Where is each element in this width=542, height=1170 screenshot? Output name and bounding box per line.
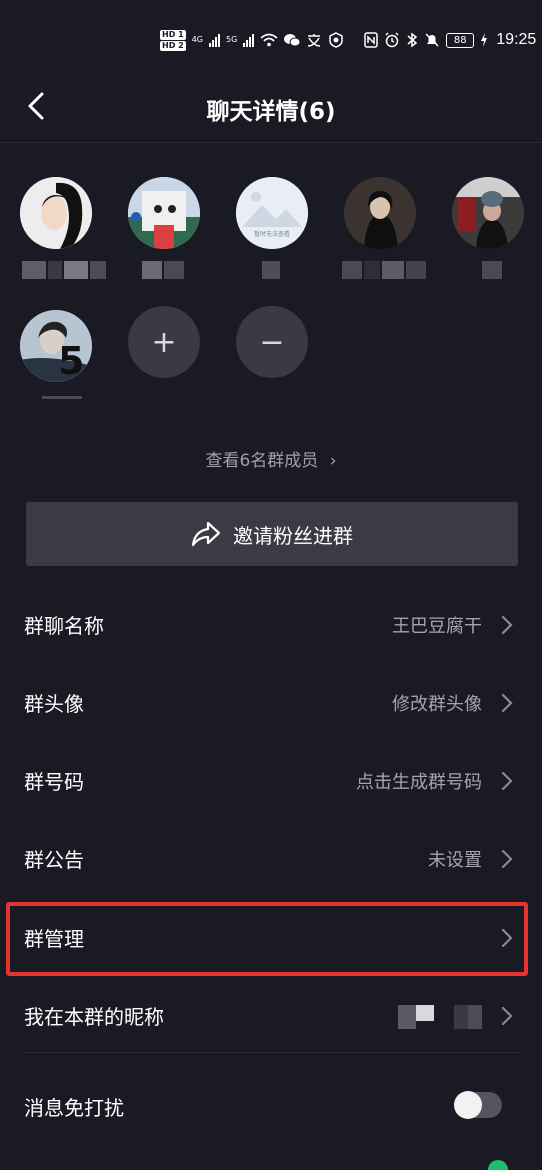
- placeholder-image-icon: [236, 177, 308, 249]
- row-value: 点击生成群号码: [356, 772, 482, 793]
- charging-icon: [481, 33, 488, 47]
- avatar-image: [344, 177, 416, 249]
- avatar-image: [128, 177, 200, 249]
- row-my-nickname[interactable]: 我在本群的昵称: [0, 977, 542, 1055]
- chevron-right-icon: [501, 615, 513, 635]
- dnd-toggle[interactable]: [454, 1091, 502, 1119]
- chevron-right-icon: [501, 1006, 513, 1026]
- minus-icon: −: [259, 324, 285, 360]
- view-members-label: 查看6名群成员: [205, 451, 319, 471]
- chevron-right-icon: ›: [329, 451, 337, 471]
- avatar-image: [20, 177, 92, 249]
- row-value: 未设置: [428, 850, 482, 871]
- member-name-1: [22, 261, 106, 279]
- clock: 19:25: [496, 31, 537, 48]
- chevron-right-icon: [501, 771, 513, 791]
- section-divider: [24, 1052, 518, 1053]
- row-label: 群公告: [24, 848, 84, 872]
- signal-icon: [243, 33, 255, 47]
- highlight-box: [6, 902, 528, 976]
- avatar-image: [452, 177, 524, 249]
- avatar-caption: 暂时无法查看: [253, 231, 290, 238]
- header: 聊天详情(6): [0, 72, 542, 142]
- wifi-icon: [260, 33, 278, 47]
- shield-icon: [329, 32, 344, 48]
- invite-fans-button[interactable]: 邀请粉丝进群: [26, 502, 518, 566]
- member-avatar-4[interactable]: [344, 177, 416, 249]
- battery-icon: 88: [446, 32, 475, 48]
- signal-icon: [208, 33, 220, 47]
- row-group-avatar[interactable]: 群头像 修改群头像: [0, 664, 542, 742]
- view-members-link[interactable]: 查看6名群成员 ›: [0, 446, 542, 471]
- net2-label: 5G: [225, 35, 238, 44]
- avatar-image: 5: [20, 310, 92, 382]
- row-label: 群号码: [24, 770, 84, 794]
- bluetooth-icon: [407, 32, 418, 48]
- member-avatar-5[interactable]: [452, 177, 524, 249]
- add-member-button[interactable]: +: [128, 306, 200, 378]
- member-name-2: [142, 261, 184, 279]
- row-label: 群头像: [24, 692, 84, 716]
- wechat-icon: [284, 34, 301, 47]
- member-name-5: [482, 261, 502, 279]
- nfc-icon: [364, 32, 379, 48]
- toggle-knob: [454, 1091, 482, 1119]
- row-value: 修改群头像: [392, 694, 482, 715]
- header-divider: [0, 142, 542, 143]
- hd1-label: HD 1: [160, 29, 186, 40]
- member-avatar-3[interactable]: 暂时无法查看: [236, 177, 308, 249]
- text-icon: [308, 34, 321, 47]
- member-avatar-1[interactable]: [20, 177, 92, 249]
- chevron-right-icon: [501, 693, 513, 713]
- row-label: 我在本群的昵称: [24, 1005, 164, 1029]
- row-label: 群聊名称: [24, 614, 104, 638]
- row-label: 消息免打扰: [24, 1096, 124, 1120]
- plus-icon: +: [151, 324, 177, 360]
- alarm-icon: [385, 32, 399, 48]
- hd2-label: HD 2: [160, 40, 186, 51]
- net1-label: 4G: [191, 35, 203, 44]
- share-arrow-icon: [191, 521, 221, 547]
- member-avatar-6[interactable]: 5: [20, 310, 92, 382]
- invite-label: 邀请粉丝进群: [233, 523, 353, 548]
- status-icons: HD 1 HD 2 4G 5G 88 19:25: [160, 26, 536, 54]
- member-name-4: [342, 261, 426, 279]
- hd-badge: HD 1 HD 2: [160, 29, 186, 51]
- row-group-number[interactable]: 群号码 点击生成群号码: [0, 742, 542, 820]
- row-value: 王巴豆腐干: [392, 616, 482, 637]
- svg-text:5: 5: [58, 339, 84, 382]
- member-name-3: [262, 261, 280, 279]
- floating-indicator: [488, 1160, 508, 1170]
- chevron-right-icon: [501, 849, 513, 869]
- member-avatar-2[interactable]: [128, 177, 200, 249]
- row-group-name[interactable]: 群聊名称 王巴豆腐干: [0, 586, 542, 664]
- row-group-announcement[interactable]: 群公告 未设置: [0, 820, 542, 898]
- nickname-blur: [398, 1005, 482, 1029]
- member-name-6: [42, 396, 82, 414]
- page-title: 聊天详情(6): [206, 99, 336, 125]
- remove-member-button[interactable]: −: [236, 306, 308, 378]
- status-bar: HD 1 HD 2 4G 5G 88 19:25: [0, 0, 542, 72]
- mute-bell-icon: [425, 33, 439, 47]
